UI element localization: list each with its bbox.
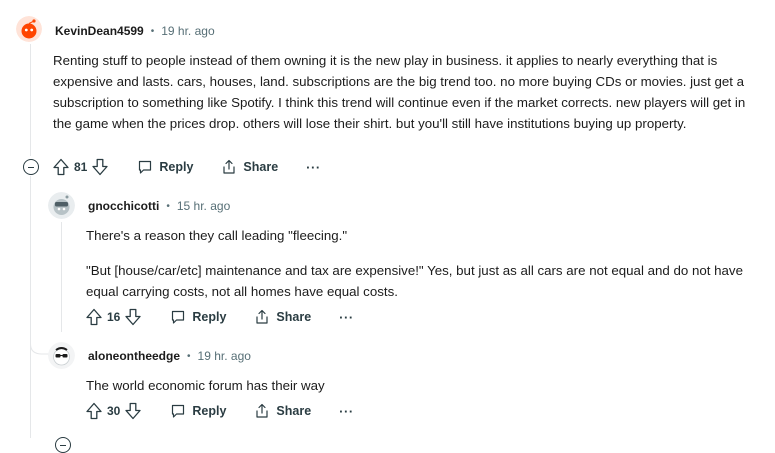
timestamp[interactable]: 19 hr. ago — [161, 24, 214, 38]
share-button[interactable]: Share — [221, 159, 278, 175]
thread-line-reply — [61, 222, 62, 332]
vote-group: 81 — [53, 158, 109, 176]
more-replies-button[interactable] — [55, 437, 71, 453]
vote-group: 16 — [86, 308, 142, 326]
reply-label: Reply — [159, 160, 194, 174]
comment-text: The world economic forum has their way — [86, 378, 325, 393]
comment-text: There's a reason they call leading "flee… — [86, 228, 348, 243]
comment-text: "But [house/car/etc] maintenance and tax… — [86, 263, 743, 299]
timestamp[interactable]: 15 hr. ago — [177, 199, 230, 213]
username[interactable]: KevinDean4599 — [55, 24, 144, 38]
avatar[interactable] — [48, 192, 75, 219]
comment-meta: aloneontheedge • 19 hr. ago — [88, 349, 251, 363]
comment-body: The world economic forum has their way — [86, 375, 766, 396]
plus-icon — [60, 444, 66, 446]
meta-separator: • — [166, 200, 170, 212]
share-icon — [254, 309, 270, 325]
downvote-icon[interactable] — [92, 158, 109, 176]
reply-label: Reply — [192, 404, 227, 418]
thread-line-main — [30, 44, 31, 156]
comment-bubble-icon — [170, 403, 186, 419]
share-label: Share — [276, 404, 312, 418]
vote-count: 16 — [107, 310, 121, 324]
timestamp[interactable]: 19 hr. ago — [198, 349, 251, 363]
share-label: Share — [243, 160, 279, 174]
comment-actions: 81 Reply Share ··· — [53, 158, 321, 176]
comment-text: Renting stuff to people instead of them … — [53, 53, 746, 131]
comment-body: There's a reason they call leading "flee… — [86, 225, 766, 302]
comment-actions: 16 Reply Share ··· — [86, 308, 354, 326]
reply-button[interactable]: Reply — [170, 309, 226, 325]
username[interactable]: gnocchicotti — [88, 199, 159, 213]
avatar[interactable] — [48, 342, 75, 369]
meta-separator: • — [150, 25, 155, 37]
collapse-thread-button[interactable] — [23, 159, 39, 175]
thread-line-main-lower — [30, 176, 31, 438]
downvote-icon[interactable] — [125, 402, 142, 420]
share-label: Share — [276, 310, 312, 324]
share-button[interactable]: Share — [254, 403, 311, 419]
reply-button[interactable]: Reply — [137, 159, 193, 175]
comment-meta: gnocchicotti • 15 hr. ago — [88, 199, 230, 213]
snoo-avatar-icon — [48, 192, 75, 219]
meta-separator: • — [187, 350, 191, 362]
comment-actions: 30 Reply Share ··· — [86, 402, 354, 420]
more-options-icon[interactable]: ··· — [339, 404, 354, 419]
minus-icon — [28, 166, 34, 168]
upvote-icon[interactable] — [53, 158, 69, 176]
share-button[interactable]: Share — [254, 309, 311, 325]
reply-label: Reply — [192, 310, 227, 324]
share-icon — [254, 403, 270, 419]
comment-meta: KevinDean4599 • 19 hr. ago — [55, 24, 215, 38]
share-icon — [221, 159, 237, 175]
more-options-icon[interactable]: ··· — [339, 310, 354, 325]
vote-count: 30 — [107, 404, 121, 418]
avatar[interactable] — [16, 16, 42, 42]
username[interactable]: aloneontheedge — [88, 349, 180, 363]
downvote-icon[interactable] — [125, 308, 142, 326]
vote-count: 81 — [74, 160, 88, 174]
snoo-avatar-icon — [48, 342, 75, 369]
more-options-icon[interactable]: ··· — [306, 160, 321, 175]
comment-bubble-icon — [137, 159, 153, 175]
comment-bubble-icon — [170, 309, 186, 325]
comment-body: Renting stuff to people instead of them … — [53, 50, 765, 134]
upvote-icon[interactable] — [86, 402, 102, 420]
reply-button[interactable]: Reply — [170, 403, 226, 419]
upvote-icon[interactable] — [86, 308, 102, 326]
snoo-avatar-icon — [16, 16, 42, 42]
vote-group: 30 — [86, 402, 142, 420]
